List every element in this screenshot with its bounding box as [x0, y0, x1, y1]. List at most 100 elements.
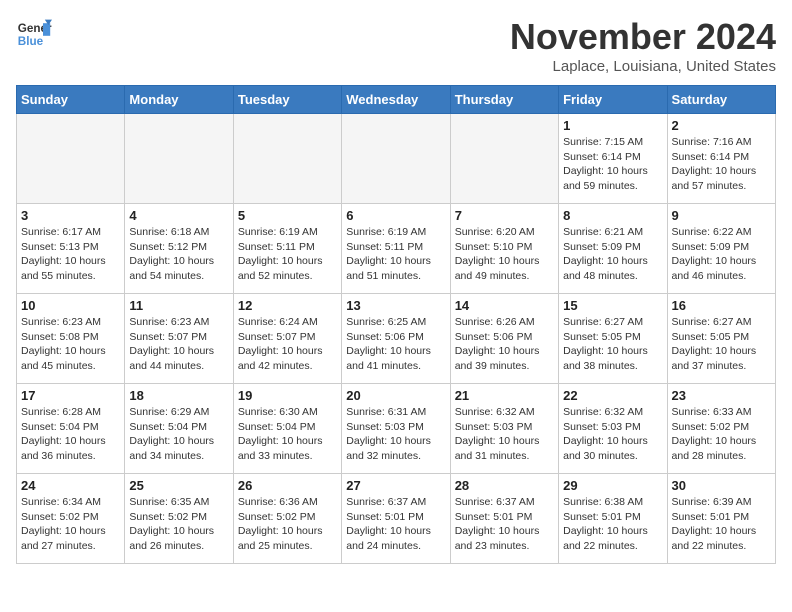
- location-title: Laplace, Louisiana, United States: [510, 58, 776, 75]
- weekday-header: Sunday: [17, 86, 125, 114]
- day-number: 23: [672, 388, 771, 403]
- day-number: 1: [563, 118, 662, 133]
- calendar-week-row: 1 Sunrise: 7:15 AM Sunset: 6:14 PM Daylig…: [17, 114, 776, 204]
- day-number: 16: [672, 298, 771, 313]
- svg-text:Blue: Blue: [18, 35, 44, 48]
- day-number: 21: [455, 388, 554, 403]
- weekday-header: Wednesday: [342, 86, 450, 114]
- month-title: November 2024: [510, 16, 776, 58]
- day-number: 3: [21, 208, 120, 223]
- day-number: 4: [129, 208, 228, 223]
- day-number: 30: [672, 478, 771, 493]
- day-info: Sunrise: 6:20 AM Sunset: 5:10 PM Dayligh…: [455, 225, 554, 284]
- day-info: Sunrise: 6:30 AM Sunset: 5:04 PM Dayligh…: [238, 405, 337, 464]
- calendar-week-row: 3 Sunrise: 6:17 AM Sunset: 5:13 PM Daylig…: [17, 204, 776, 294]
- weekday-header: Thursday: [450, 86, 558, 114]
- calendar-cell: [342, 114, 450, 204]
- calendar-cell: [450, 114, 558, 204]
- day-number: 8: [563, 208, 662, 223]
- calendar-cell: 17 Sunrise: 6:28 AM Sunset: 5:04 PM Dayli…: [17, 384, 125, 474]
- calendar-cell: 20 Sunrise: 6:31 AM Sunset: 5:03 PM Dayli…: [342, 384, 450, 474]
- weekday-header-row: SundayMondayTuesdayWednesdayThursdayFrid…: [17, 86, 776, 114]
- calendar-cell: 21 Sunrise: 6:32 AM Sunset: 5:03 PM Dayli…: [450, 384, 558, 474]
- day-number: 12: [238, 298, 337, 313]
- day-number: 25: [129, 478, 228, 493]
- day-number: 22: [563, 388, 662, 403]
- calendar-cell: [17, 114, 125, 204]
- calendar-cell: 30 Sunrise: 6:39 AM Sunset: 5:01 PM Dayli…: [667, 474, 775, 564]
- day-info: Sunrise: 6:25 AM Sunset: 5:06 PM Dayligh…: [346, 315, 445, 374]
- calendar-cell: 10 Sunrise: 6:23 AM Sunset: 5:08 PM Dayli…: [17, 294, 125, 384]
- day-info: Sunrise: 6:27 AM Sunset: 5:05 PM Dayligh…: [563, 315, 662, 374]
- day-number: 26: [238, 478, 337, 493]
- calendar-cell: 16Sunrise: 6:27 AM Sunset: 5:05 PM Dayli…: [667, 294, 775, 384]
- day-number: 6: [346, 208, 445, 223]
- day-info: Sunrise: 6:23 AM Sunset: 5:07 PM Dayligh…: [129, 315, 228, 374]
- day-info: Sunrise: 6:32 AM Sunset: 5:03 PM Dayligh…: [455, 405, 554, 464]
- calendar-cell: 2 Sunrise: 7:16 AM Sunset: 6:14 PM Daylig…: [667, 114, 775, 204]
- calendar-cell: 25 Sunrise: 6:35 AM Sunset: 5:02 PM Dayli…: [125, 474, 233, 564]
- calendar-cell: 1 Sunrise: 7:15 AM Sunset: 6:14 PM Daylig…: [559, 114, 667, 204]
- calendar-cell: 15Sunrise: 6:27 AM Sunset: 5:05 PM Dayli…: [559, 294, 667, 384]
- calendar-cell: 27 Sunrise: 6:37 AM Sunset: 5:01 PM Dayli…: [342, 474, 450, 564]
- day-number: 24: [21, 478, 120, 493]
- calendar-cell: 8 Sunrise: 6:21 AM Sunset: 5:09 PM Daylig…: [559, 204, 667, 294]
- calendar-week-row: 17 Sunrise: 6:28 AM Sunset: 5:04 PM Dayli…: [17, 384, 776, 474]
- day-number: 17: [21, 388, 120, 403]
- calendar-cell: [233, 114, 341, 204]
- calendar-cell: [125, 114, 233, 204]
- day-info: Sunrise: 6:21 AM Sunset: 5:09 PM Dayligh…: [563, 225, 662, 284]
- day-number: 10: [21, 298, 120, 313]
- day-info: Sunrise: 6:34 AM Sunset: 5:02 PM Dayligh…: [21, 495, 120, 554]
- day-info: Sunrise: 6:28 AM Sunset: 5:04 PM Dayligh…: [21, 405, 120, 464]
- title-area: November 2024 Laplace, Louisiana, United…: [510, 16, 776, 75]
- calendar-cell: 28Sunrise: 6:37 AM Sunset: 5:01 PM Dayli…: [450, 474, 558, 564]
- day-info: Sunrise: 6:17 AM Sunset: 5:13 PM Dayligh…: [21, 225, 120, 284]
- day-info: Sunrise: 6:33 AM Sunset: 5:02 PM Dayligh…: [672, 405, 771, 464]
- calendar-cell: 6Sunrise: 6:19 AM Sunset: 5:11 PM Daylig…: [342, 204, 450, 294]
- day-number: 9: [672, 208, 771, 223]
- day-info: Sunrise: 6:37 AM Sunset: 5:01 PM Dayligh…: [455, 495, 554, 554]
- calendar-cell: 18Sunrise: 6:29 AM Sunset: 5:04 PM Dayli…: [125, 384, 233, 474]
- logo: General Blue: [16, 16, 52, 52]
- weekday-header: Monday: [125, 86, 233, 114]
- day-info: Sunrise: 6:29 AM Sunset: 5:04 PM Dayligh…: [129, 405, 228, 464]
- calendar-cell: 23 Sunrise: 6:33 AM Sunset: 5:02 PM Dayli…: [667, 384, 775, 474]
- calendar-cell: 11 Sunrise: 6:23 AM Sunset: 5:07 PM Dayli…: [125, 294, 233, 384]
- calendar-cell: 13Sunrise: 6:25 AM Sunset: 5:06 PM Dayli…: [342, 294, 450, 384]
- day-info: Sunrise: 7:16 AM Sunset: 6:14 PM Dayligh…: [672, 135, 771, 194]
- calendar-week-row: 10 Sunrise: 6:23 AM Sunset: 5:08 PM Dayli…: [17, 294, 776, 384]
- day-info: Sunrise: 6:31 AM Sunset: 5:03 PM Dayligh…: [346, 405, 445, 464]
- day-info: Sunrise: 7:15 AM Sunset: 6:14 PM Dayligh…: [563, 135, 662, 194]
- weekday-header: Tuesday: [233, 86, 341, 114]
- calendar-cell: 3 Sunrise: 6:17 AM Sunset: 5:13 PM Daylig…: [17, 204, 125, 294]
- day-number: 5: [238, 208, 337, 223]
- calendar-cell: 5 Sunrise: 6:19 AM Sunset: 5:11 PM Daylig…: [233, 204, 341, 294]
- day-info: Sunrise: 6:19 AM Sunset: 5:11 PM Dayligh…: [238, 225, 337, 284]
- weekday-header: Friday: [559, 86, 667, 114]
- day-info: Sunrise: 6:37 AM Sunset: 5:01 PM Dayligh…: [346, 495, 445, 554]
- calendar-cell: 9 Sunrise: 6:22 AM Sunset: 5:09 PM Daylig…: [667, 204, 775, 294]
- day-info: Sunrise: 6:22 AM Sunset: 5:09 PM Dayligh…: [672, 225, 771, 284]
- day-number: 29: [563, 478, 662, 493]
- calendar-cell: 19 Sunrise: 6:30 AM Sunset: 5:04 PM Dayli…: [233, 384, 341, 474]
- day-info: Sunrise: 6:35 AM Sunset: 5:02 PM Dayligh…: [129, 495, 228, 554]
- day-info: Sunrise: 6:23 AM Sunset: 5:08 PM Dayligh…: [21, 315, 120, 374]
- calendar-cell: 22Sunrise: 6:32 AM Sunset: 5:03 PM Dayli…: [559, 384, 667, 474]
- calendar-cell: 4Sunrise: 6:18 AM Sunset: 5:12 PM Daylig…: [125, 204, 233, 294]
- day-number: 27: [346, 478, 445, 493]
- calendar-cell: 12 Sunrise: 6:24 AM Sunset: 5:07 PM Dayli…: [233, 294, 341, 384]
- day-number: 2: [672, 118, 771, 133]
- day-number: 20: [346, 388, 445, 403]
- day-info: Sunrise: 6:39 AM Sunset: 5:01 PM Dayligh…: [672, 495, 771, 554]
- header: General Blue November 2024 Laplace, Loui…: [16, 16, 776, 75]
- calendar-table: SundayMondayTuesdayWednesdayThursdayFrid…: [16, 85, 776, 564]
- day-number: 19: [238, 388, 337, 403]
- calendar-cell: 29Sunrise: 6:38 AM Sunset: 5:01 PM Dayli…: [559, 474, 667, 564]
- calendar-cell: 14Sunrise: 6:26 AM Sunset: 5:06 PM Dayli…: [450, 294, 558, 384]
- day-number: 11: [129, 298, 228, 313]
- day-info: Sunrise: 6:26 AM Sunset: 5:06 PM Dayligh…: [455, 315, 554, 374]
- calendar-cell: 26Sunrise: 6:36 AM Sunset: 5:02 PM Dayli…: [233, 474, 341, 564]
- calendar-cell: 24 Sunrise: 6:34 AM Sunset: 5:02 PM Dayli…: [17, 474, 125, 564]
- day-info: Sunrise: 6:24 AM Sunset: 5:07 PM Dayligh…: [238, 315, 337, 374]
